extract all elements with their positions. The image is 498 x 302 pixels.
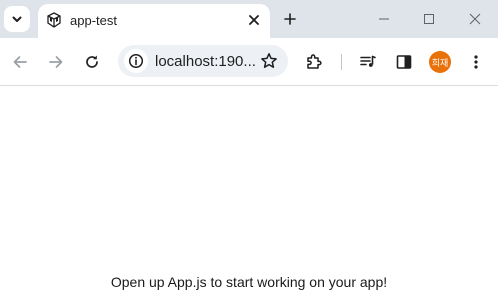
minimize-icon: [378, 13, 390, 25]
reload-icon: [84, 54, 100, 70]
site-info-button[interactable]: [124, 49, 148, 73]
plus-icon: [284, 13, 296, 25]
chevron-down-icon: [11, 13, 23, 25]
tab-search-button[interactable]: [4, 6, 30, 32]
info-icon: [128, 53, 144, 69]
new-tab-button[interactable]: [280, 9, 300, 29]
maximize-button[interactable]: [407, 0, 451, 38]
forward-button[interactable]: [44, 50, 68, 74]
bookmark-button[interactable]: [258, 50, 280, 72]
star-icon: [260, 52, 278, 70]
close-icon: [249, 15, 259, 25]
close-tab-button[interactable]: [244, 10, 264, 30]
tab-strip: app-test: [0, 0, 498, 38]
menu-button[interactable]: [464, 50, 488, 74]
side-panel-icon: [395, 53, 413, 71]
close-window-icon: [469, 13, 481, 25]
browser-toolbar: localhost:190... 희재: [0, 38, 498, 86]
app-message: Open up App.js to start working on your …: [110, 274, 388, 290]
tab-active[interactable]: app-test: [38, 4, 270, 38]
tab-title: app-test: [70, 13, 117, 28]
url-text: localhost:190...: [155, 53, 256, 70]
maximize-icon: [423, 13, 435, 25]
puzzle-icon: [305, 53, 323, 71]
close-window-button[interactable]: [453, 0, 497, 38]
extensions-button[interactable]: [302, 50, 326, 74]
cube-icon: [46, 12, 62, 28]
back-arrow-icon: [12, 54, 28, 70]
forward-arrow-icon: [48, 54, 64, 70]
media-queue-icon: [359, 53, 377, 71]
minimize-button[interactable]: [362, 0, 406, 38]
reload-button[interactable]: [80, 50, 104, 74]
side-panel-button[interactable]: [392, 50, 416, 74]
back-button[interactable]: [8, 50, 32, 74]
toolbar-divider: [341, 54, 342, 70]
address-bar[interactable]: localhost:190...: [118, 45, 288, 77]
media-button[interactable]: [356, 50, 380, 74]
page-content: Open up App.js to start working on your …: [0, 86, 498, 302]
profile-avatar[interactable]: 희재: [429, 51, 451, 73]
kebab-menu-icon: [468, 54, 484, 70]
